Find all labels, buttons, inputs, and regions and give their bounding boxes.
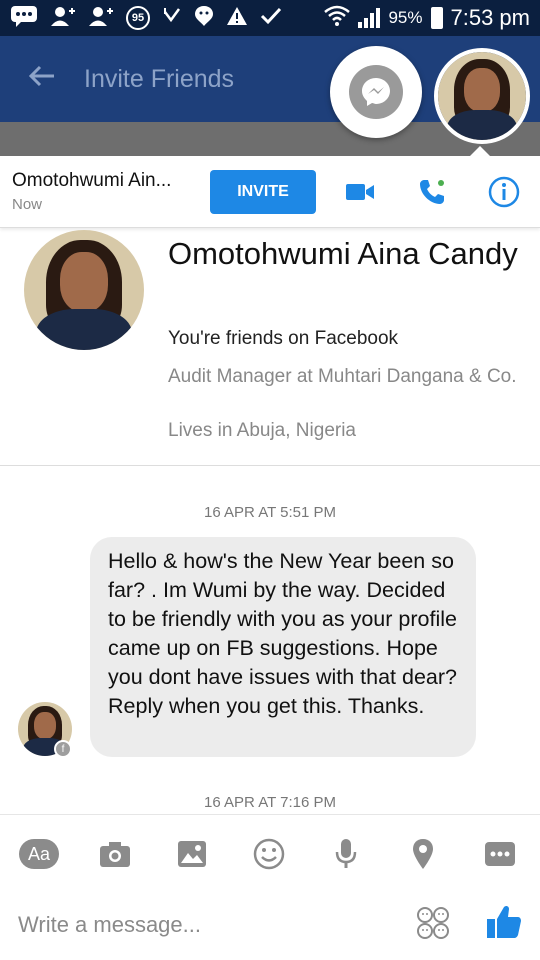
location-pin-icon[interactable] [404,835,442,873]
signal-icon [358,8,381,28]
composer-toolbar: Aa [0,814,540,890]
status-bar: 95 95% 7:53 pm [0,0,540,36]
active-status: Now [12,196,43,213]
emoji-notification-icon [194,5,214,31]
notification-count-badge: 95 [126,6,150,30]
like-thumbs-up-icon[interactable] [486,904,522,945]
profile-job: Audit Manager at Muhtari Dangana & Co. [168,366,517,387]
camera-icon[interactable] [96,835,134,873]
invite-button[interactable]: INVITE [210,170,316,214]
conversation-toolbar: Omotohwumi Ain... Now INVITE [0,156,540,228]
more-options-icon[interactable] [481,835,519,873]
message-input[interactable] [18,908,398,942]
facebook-badge-icon: f [54,740,72,758]
messenger-chat-head[interactable] [330,46,422,138]
contact-chat-head-avatar[interactable] [434,48,530,144]
message-composer [0,890,540,960]
message-bubble[interactable]: Hello & how's the New Year been so far? … [90,537,476,757]
profile-name: Omotohwumi Aina Candy [168,236,518,271]
message-timestamp: 16 APR AT 5:51 PM [203,504,337,521]
friendship-status: You're friends on Facebook [168,328,399,349]
wifi-icon [324,5,351,32]
stickers-icon[interactable] [416,906,450,945]
message-timestamp: 16 APR AT 7:16 PM [203,794,337,811]
messenger-icon [349,65,403,119]
contact-name[interactable]: Omotohwumi Ain... [12,170,171,192]
clock-time: 7:53 pm [450,5,531,30]
battery-icon [430,7,443,29]
chat-head-pointer [470,146,490,156]
video-call-icon[interactable] [342,174,378,210]
profile-avatar[interactable] [24,230,144,350]
check-icon [260,6,282,30]
battery-percent: 95% [388,8,423,27]
page-title: Invite Friends [84,64,235,93]
warning-icon [226,6,248,30]
friend-request-icon [50,5,76,31]
text-format-button[interactable]: Aa [18,835,60,873]
profile-location: Lives in Abuja, Nigeria [168,420,356,441]
phone-call-icon[interactable] [414,174,450,210]
microphone-icon[interactable] [327,835,365,873]
gallery-icon[interactable] [173,835,211,873]
info-icon[interactable] [486,174,522,210]
back-arrow-icon[interactable] [28,62,56,96]
chat-notification-icon [10,5,38,31]
download-check-icon [162,6,182,30]
contact-profile-card: Omotohwumi Aina Candy You're friends on … [0,228,540,466]
friend-request-icon [88,5,114,31]
aa-label: Aa [19,839,59,869]
emoji-icon[interactable] [250,835,288,873]
